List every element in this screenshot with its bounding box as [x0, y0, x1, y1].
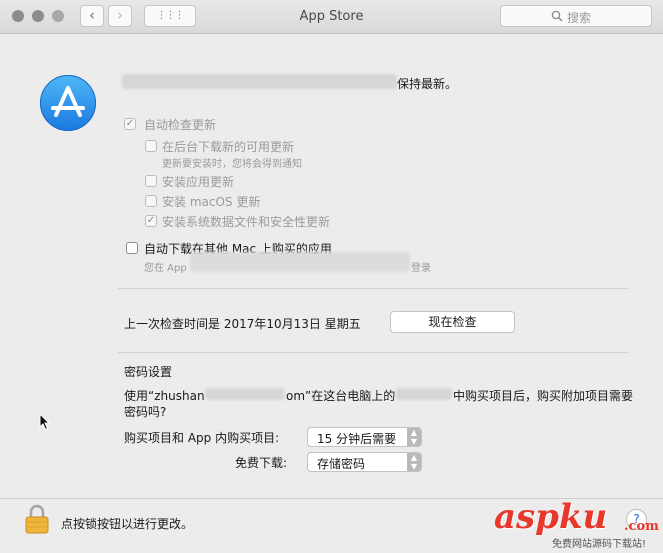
watermark-brand: aspku [494, 497, 608, 537]
auto-download-note-prefix: 您在 App [144, 263, 187, 274]
divider [118, 288, 629, 289]
install-security-updates-label: 安装系统数据文件和安全性更新 [162, 215, 331, 229]
install-security-updates-checkbox[interactable]: ✓ [145, 215, 157, 227]
install-app-updates-label: 安装应用更新 [162, 175, 235, 189]
background-download-note: 更新要安装时，您将会得到通知 [162, 159, 302, 170]
purchases-popup[interactable]: 15 分钟后需要 ▲ ▼ [307, 427, 422, 447]
mouse-pointer-icon [39, 413, 51, 431]
password-desc-b: om”在这台电脑上的 [286, 389, 396, 403]
redacted-text [190, 252, 410, 272]
intro-text: 保持最新。 [397, 77, 458, 91]
install-macos-updates-checkbox[interactable] [145, 195, 157, 207]
free-downloads-popup[interactable]: 存储密码 ▲ ▼ [307, 452, 422, 472]
background-download-checkbox[interactable] [145, 140, 157, 152]
lock-text: 点按锁按钮以进行更改。 [61, 517, 194, 531]
search-icon [551, 10, 563, 22]
password-desc-c: 中购买项目后，购买附加项目需要 [453, 389, 634, 403]
install-macos-updates-label: 安装 macOS 更新 [162, 195, 261, 209]
free-downloads-value: 存储密码 [317, 457, 366, 471]
search-placeholder: 搜索 [567, 11, 592, 25]
free-downloads-label: 免费下载: [235, 456, 288, 470]
install-app-updates-checkbox[interactable] [145, 175, 157, 187]
auto-download-checkbox[interactable] [126, 242, 138, 254]
title-bar: ‹ › ⋮⋮⋮ App Store 搜索 [0, 0, 663, 34]
auto-check-label: 自动检查更新 [144, 118, 217, 132]
divider [118, 352, 629, 353]
lock-icon[interactable] [24, 504, 50, 534]
purchases-value: 15 分钟后需要 [317, 432, 397, 446]
auto-check-checkbox[interactable]: ✓ [124, 118, 136, 130]
password-heading: 密码设置 [124, 365, 173, 379]
password-desc-a: 使用“zhushan [124, 389, 205, 403]
auto-download-note-suffix: 登录 [411, 263, 431, 274]
chevron-updown-icon: ▲ ▼ [407, 428, 421, 446]
purchases-label: 购买项目和 App 内购买项目: [124, 431, 280, 445]
redacted-text [396, 388, 452, 400]
redacted-text [122, 74, 397, 89]
chevron-updown-icon: ▲ ▼ [407, 453, 421, 471]
app-store-icon [40, 75, 96, 131]
search-field[interactable]: 搜索 [500, 5, 652, 27]
background-download-label: 在后台下载新的可用更新 [162, 140, 295, 154]
check-now-button[interactable]: 现在检查 [390, 311, 515, 333]
redacted-text [205, 388, 285, 400]
password-desc-line2: 密码吗? [124, 405, 167, 419]
watermark-tld: .com [624, 519, 659, 534]
last-check-text: 上一次检查时间是 2017年10月13日 星期五 [124, 317, 361, 331]
watermark-tagline: 免费网站源码下载站! [552, 539, 647, 550]
